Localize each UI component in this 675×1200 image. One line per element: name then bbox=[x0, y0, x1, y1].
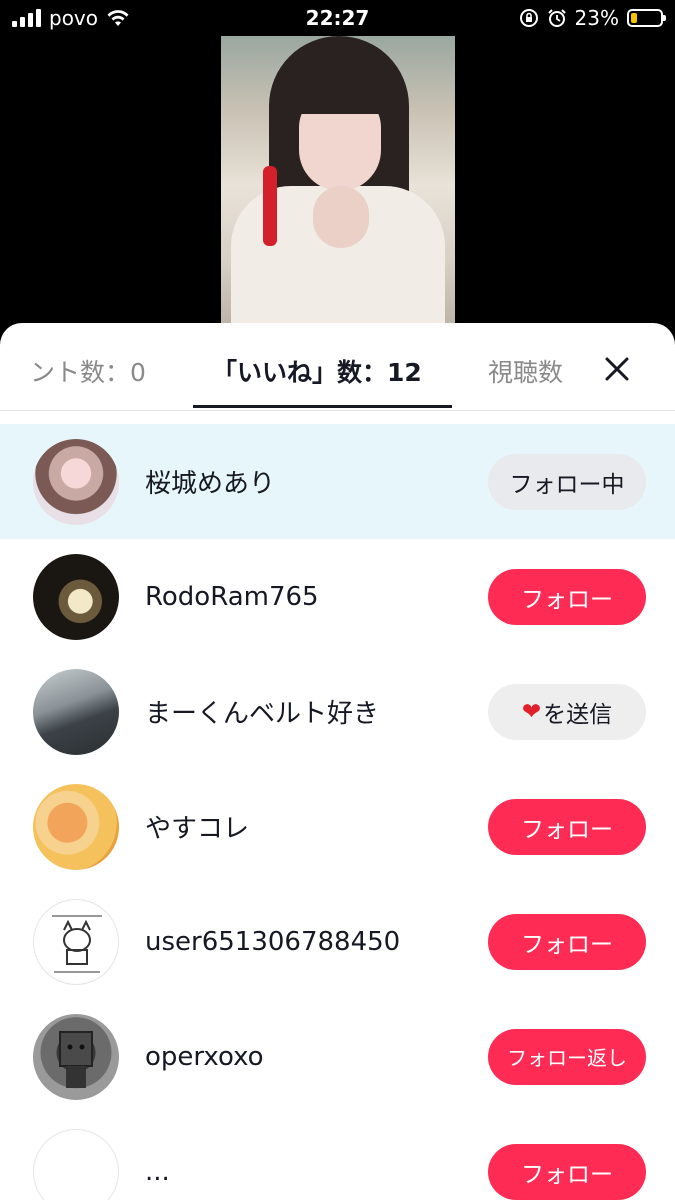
list-item[interactable]: RodoRam765 フォロー bbox=[0, 539, 675, 654]
tab-bar: ント数：0 「いいね」数：12 視聴数 bbox=[0, 323, 675, 411]
tab-likes[interactable]: 「いいね」数：12 bbox=[212, 353, 422, 389]
avatar[interactable] bbox=[33, 1013, 119, 1100]
follow-back-button[interactable]: フォロー返し bbox=[488, 1028, 646, 1085]
close-icon bbox=[605, 357, 629, 381]
follow-back-label: フォロー返し bbox=[507, 1046, 627, 1070]
avatar-figure-icon bbox=[59, 1030, 93, 1088]
viewer-list-sheet: ント数：0 「いいね」数：12 視聴数 桜城めあり フォロー中 RodoRam7… bbox=[0, 323, 675, 1200]
list-item[interactable]: user651306788450 フォロー bbox=[0, 884, 675, 999]
battery-percent: 23% bbox=[574, 6, 619, 30]
follow-button[interactable]: フォロー bbox=[488, 913, 646, 970]
video-red-accent bbox=[263, 166, 277, 246]
heart-icon: ❤ bbox=[521, 698, 542, 725]
list-item[interactable]: 桜城めあり フォロー中 bbox=[0, 424, 675, 539]
follow-button[interactable]: フォロー bbox=[488, 568, 646, 625]
list-item[interactable]: ... フォロー bbox=[0, 1114, 675, 1200]
video-bangs bbox=[293, 74, 387, 114]
avatar[interactable] bbox=[33, 898, 119, 985]
avatar[interactable] bbox=[33, 668, 119, 755]
username[interactable]: operxoxo bbox=[145, 1042, 264, 1072]
avatar[interactable] bbox=[33, 553, 119, 640]
following-button[interactable]: フォロー中 bbox=[488, 453, 646, 510]
list-item[interactable]: やすコレ フォロー bbox=[0, 769, 675, 884]
username[interactable]: ... bbox=[145, 1157, 170, 1187]
live-video[interactable] bbox=[221, 36, 455, 336]
video-hand bbox=[313, 186, 369, 248]
send-heart-button[interactable]: ❤ を送信 bbox=[488, 683, 646, 740]
user-list: 桜城めあり フォロー中 RodoRam765 フォロー まーくんベルト好き ❤ bbox=[0, 424, 675, 1200]
close-button[interactable] bbox=[599, 351, 635, 387]
follow-label: フォロー bbox=[521, 1161, 613, 1188]
battery-icon bbox=[627, 9, 666, 27]
status-right: 23% bbox=[519, 6, 666, 30]
screen: povo 22:27 23% ント数：0 「いいね」数：12 視聴数 桜城めあり… bbox=[0, 0, 675, 1200]
follow-label: フォロー bbox=[521, 931, 613, 958]
follow-label: フォロー bbox=[521, 816, 613, 843]
username[interactable]: 桜城めあり bbox=[145, 463, 275, 500]
username[interactable]: やすコレ bbox=[145, 808, 249, 845]
battery-fill bbox=[631, 13, 637, 23]
avatar[interactable] bbox=[33, 438, 119, 525]
avatar[interactable] bbox=[33, 783, 119, 870]
list-item[interactable]: operxoxo フォロー返し bbox=[0, 999, 675, 1114]
follow-button[interactable]: フォロー bbox=[488, 1143, 646, 1200]
tab-gifts[interactable]: ント数：0 bbox=[30, 353, 146, 389]
username[interactable]: user651306788450 bbox=[145, 927, 400, 957]
follow-button[interactable]: フォロー bbox=[488, 798, 646, 855]
following-label: フォロー中 bbox=[509, 471, 625, 498]
send-heart-label: を送信 bbox=[543, 701, 613, 728]
rotation-lock-icon bbox=[519, 9, 538, 27]
status-bar: povo 22:27 23% bbox=[0, 0, 675, 36]
list-item[interactable]: まーくんベルト好き ❤ を送信 bbox=[0, 654, 675, 769]
username[interactable]: RodoRam765 bbox=[145, 582, 319, 612]
avatar-cat-sketch-icon bbox=[52, 914, 102, 973]
avatar[interactable] bbox=[33, 1128, 119, 1200]
tab-active-indicator bbox=[193, 405, 452, 408]
tab-views[interactable]: 視聴数 bbox=[488, 353, 574, 389]
follow-label: フォロー bbox=[521, 586, 613, 613]
username[interactable]: まーくんベルト好き bbox=[145, 693, 379, 730]
alarm-icon bbox=[547, 9, 566, 27]
